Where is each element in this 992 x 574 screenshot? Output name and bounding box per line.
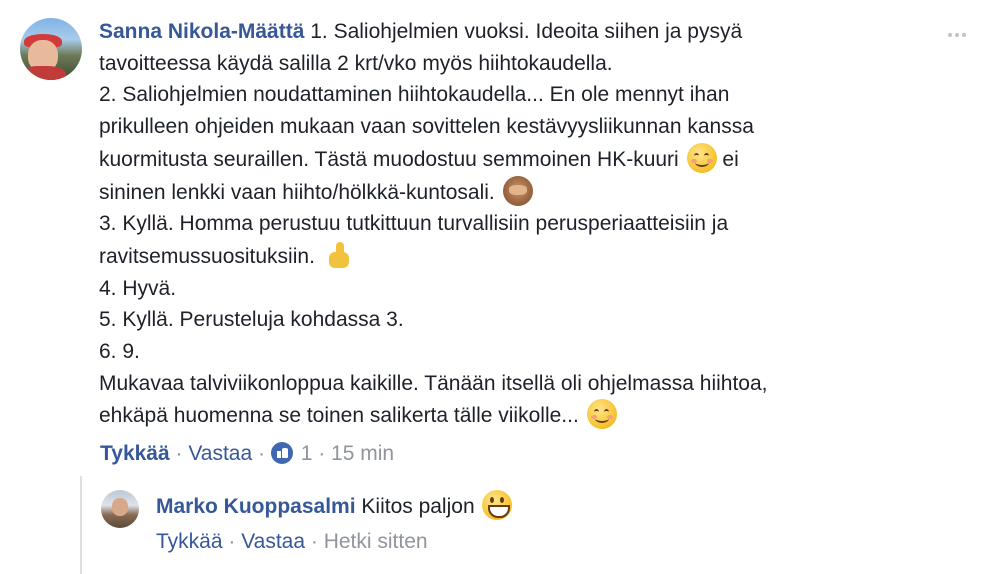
reply-timestamp[interactable]: Hetki sitten — [324, 530, 428, 553]
separator: · — [169, 442, 189, 465]
comment-line: 6. 9. — [99, 340, 140, 364]
reply-avatar[interactable] — [101, 490, 139, 528]
comment-actions: Tykkää · Vastaa · 1 · 15 min — [100, 440, 394, 468]
comment-line: sininen lenkki vaan hiihto/hölkkä-kuntos… — [99, 180, 495, 204]
reply-reply-link[interactable]: Vastaa — [241, 530, 305, 553]
comment-body: Sanna Nikola-Määttä 1. Saliohjelmien vuo… — [99, 16, 929, 432]
separator: · — [305, 530, 324, 553]
reply-link[interactable]: Vastaa — [188, 442, 252, 465]
comment-line: Mukavaa talviviikonloppua kaikille. Tänä… — [99, 371, 768, 395]
reply-actions: Tykkää · Vastaa · Hetki sitten — [156, 528, 428, 556]
reply-like-link[interactable]: Tykkää — [156, 530, 223, 553]
comment-line: 3. Kyllä. Homma perustuu tutkittuun turv… — [99, 212, 729, 236]
comment-line: 2. Saliohjelmien noudattaminen hiihtokau… — [99, 83, 730, 107]
comment-line: ravitsemussuosituksiin. — [99, 244, 315, 268]
avatar[interactable] — [20, 18, 82, 80]
comment-line: 4. Hyvä. — [99, 276, 177, 300]
like-badge-icon[interactable] — [270, 442, 293, 464]
reply-thread-line — [80, 476, 82, 574]
see-no-evil-monkey-emoji — [502, 175, 533, 206]
separator: · — [252, 442, 271, 465]
thumbs-up-emoji — [323, 240, 353, 270]
separator: · — [222, 530, 242, 553]
comment-line: ehkäpä huomenna se toinen salikerta täll… — [99, 404, 579, 428]
comment-line: ei — [722, 147, 739, 171]
reply-text: Kiitos paljon — [361, 495, 475, 518]
comment-line: 5. Kyllä. Perusteluja kohdassa 3. — [99, 308, 404, 332]
reply-body: Marko Kuoppasalmi Kiitos paljon — [156, 490, 513, 522]
comment-line: kuormitusta seuraillen. Tästä muodostuu … — [99, 147, 679, 171]
smiling-face-emoji — [686, 142, 717, 173]
comment-line: prikulleen ohjeiden mukaan vaan sovittel… — [99, 115, 754, 139]
separator: · — [312, 442, 332, 465]
avatar-shirt — [20, 66, 66, 80]
reply-author[interactable]: Marko Kuoppasalmi — [156, 495, 356, 518]
timestamp[interactable]: 15 min — [331, 442, 394, 465]
like-count[interactable]: 1 — [301, 442, 313, 465]
comment-line: tavoitteessa käydä salilla 2 krt/vko myö… — [99, 51, 613, 75]
like-link[interactable]: Tykkää — [100, 442, 170, 465]
more-options-icon[interactable] — [948, 24, 974, 37]
grinning-face-emoji — [482, 490, 513, 520]
comment-line: 1. Saliohjelmien vuoksi. Ideoita siihen … — [310, 20, 743, 43]
comment-author[interactable]: Sanna Nikola-Määttä — [99, 20, 304, 43]
smiling-face-emoji — [586, 399, 617, 430]
reply-avatar-head — [112, 498, 128, 516]
